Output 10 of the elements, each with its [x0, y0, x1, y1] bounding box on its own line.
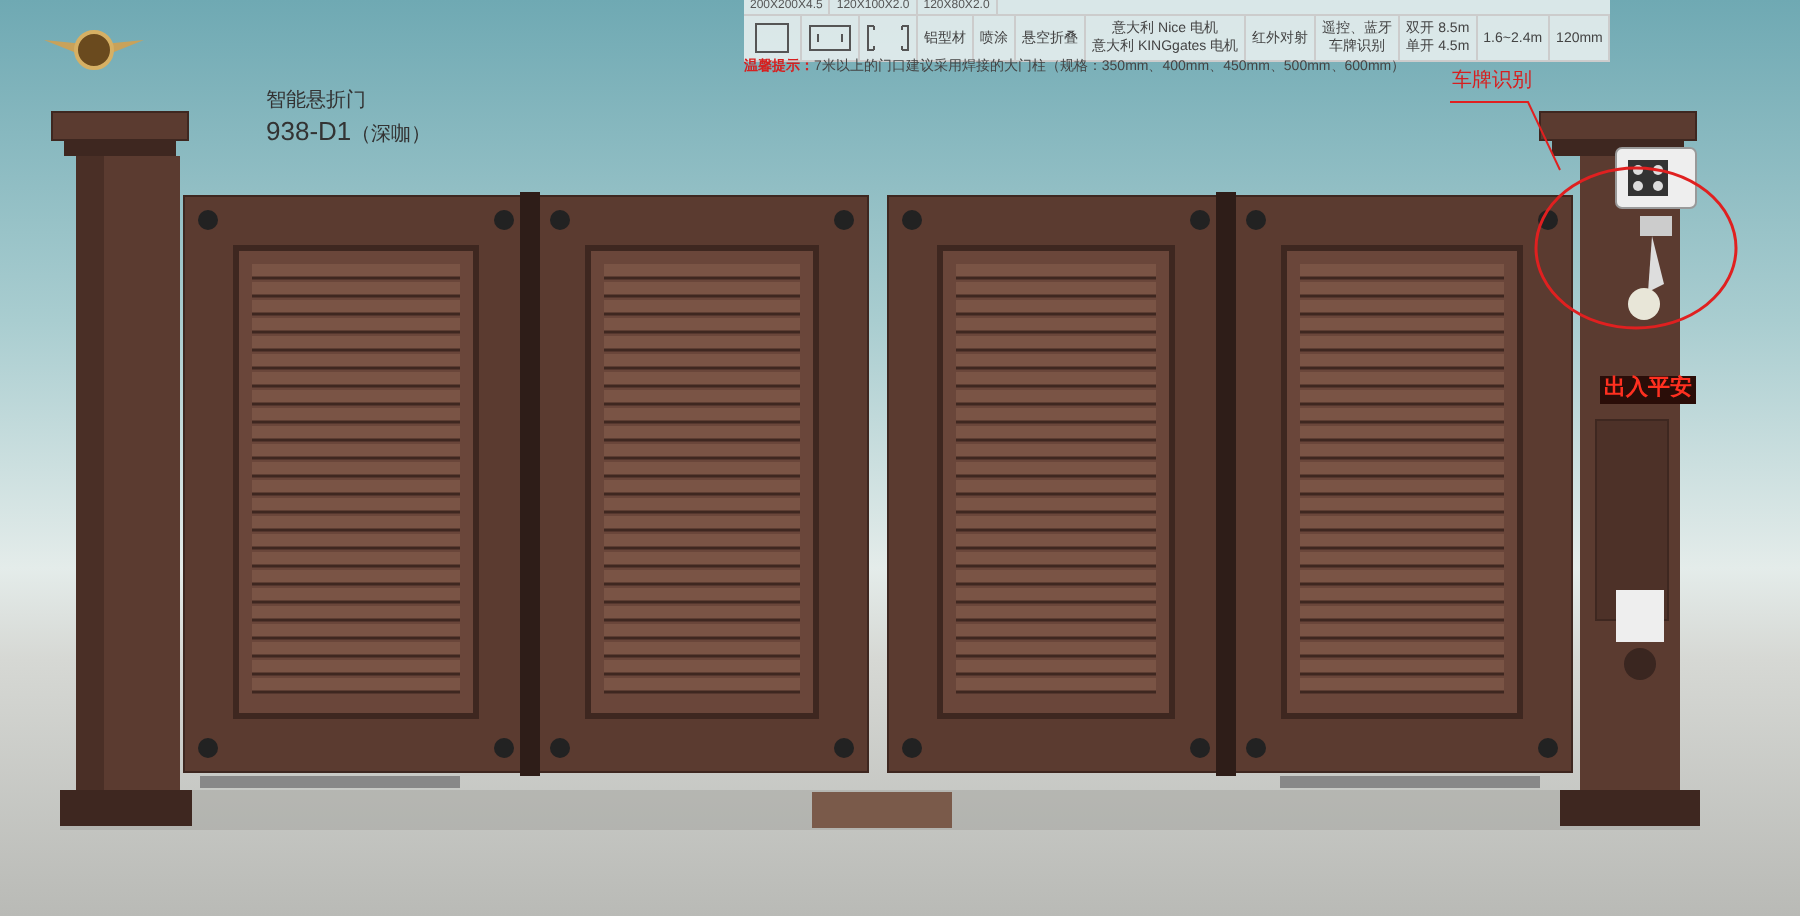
led-sign: 出入平安: [1600, 376, 1696, 404]
logo-icon: [44, 28, 144, 72]
profile-section-icon: [750, 22, 794, 54]
profile-section-icon: [866, 22, 910, 54]
callout-label: 车牌识别: [1452, 72, 1532, 92]
leader-line: [1448, 100, 1564, 172]
profile-section-icon: [808, 22, 852, 54]
product-name: 智能悬折门: [266, 90, 368, 115]
model-number: 938-D1: [266, 115, 352, 148]
color-note: （深咖）: [351, 123, 432, 148]
